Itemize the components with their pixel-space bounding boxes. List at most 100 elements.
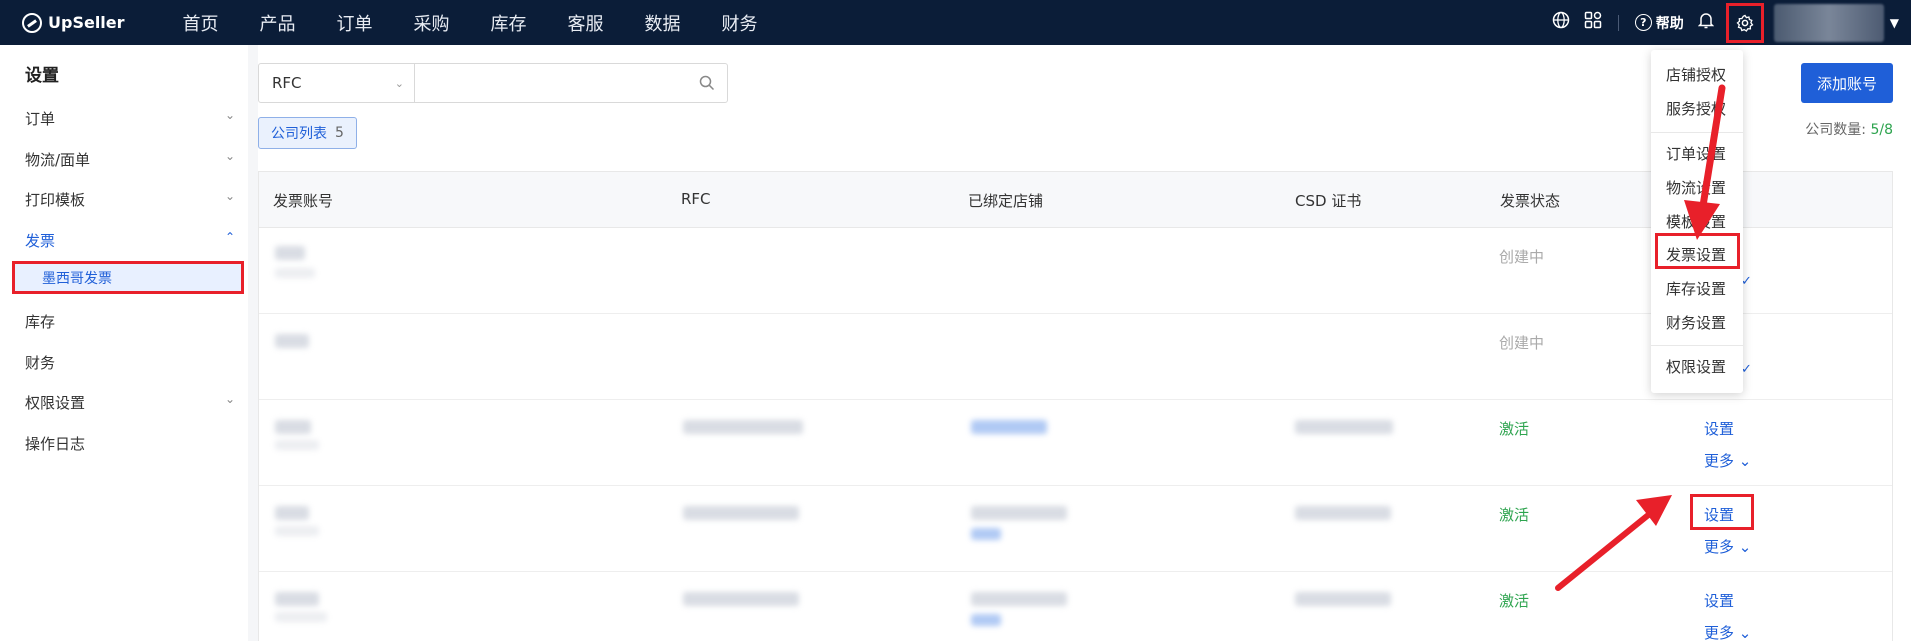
sidebar-item-permissions[interactable]: 权限设置 ⌄ — [25, 392, 235, 413]
tab-count: 5 — [335, 125, 344, 141]
menu-item-invoice-settings[interactable]: 发票设置 — [1666, 244, 1726, 265]
table-row: 创建中 ✓ — [259, 228, 1892, 314]
blurred-csd — [1295, 592, 1391, 606]
column-header-csd-certificate: CSD 证书 — [1295, 192, 1362, 210]
apps-grid-icon[interactable] — [1584, 11, 1602, 34]
nav-home[interactable]: 首页 — [183, 10, 219, 36]
search-field-select[interactable]: RFC ⌄ — [259, 64, 415, 102]
company-count-value: 5/8 — [1870, 122, 1893, 138]
menu-item-store-auth[interactable]: 店铺授权 — [1666, 64, 1726, 85]
tab-company-list[interactable]: 公司列表 5 — [258, 117, 357, 149]
chevron-down-icon: ⌄ — [224, 189, 235, 203]
company-table: 发票账号 RFC 已绑定店铺 CSD 证书 发票状态 创建中 ✓ 创建中 ✓ 激… — [258, 171, 1893, 641]
help-icon: ? — [1634, 14, 1652, 31]
help-label: 帮助 — [1655, 15, 1684, 32]
company-count-label: 公司数量: — [1805, 122, 1867, 138]
blurred-store-link — [971, 420, 1047, 434]
chevron-down-icon[interactable]: ▼ — [1890, 16, 1899, 30]
chevron-down-icon: ⌄ — [224, 108, 235, 122]
menu-divider — [1651, 345, 1743, 346]
blurred-rfc — [683, 420, 803, 434]
sidebar-item-label: 发票 — [25, 232, 56, 250]
sidebar-item-logistics[interactable]: 物流/面单 ⌄ — [25, 149, 235, 170]
settings-sidebar: 设置 订单 ⌄ 物流/面单 ⌄ 打印模板 ⌄ 发票 ⌃ 墨西哥发票 库存 财务 … — [0, 45, 248, 641]
nav-inventory[interactable]: 库存 — [491, 10, 527, 36]
blurred-account — [275, 506, 309, 520]
nav-orders[interactable]: 订单 — [337, 10, 373, 36]
table-header: 发票账号 RFC 已绑定店铺 CSD 证书 发票状态 — [259, 172, 1892, 228]
menu-item-logistics-settings[interactable]: 物流设置 — [1666, 177, 1726, 198]
upseller-logo[interactable]: UpSeller — [22, 12, 125, 33]
blurred-account-sub — [275, 526, 319, 536]
more-label: 更多 — [1704, 452, 1735, 470]
nav-data[interactable]: 数据 — [645, 10, 681, 36]
settings-link[interactable]: 设置 — [1704, 590, 1734, 611]
menu-item-order-settings[interactable]: 订单设置 — [1666, 143, 1726, 164]
more-label: 更多 — [1704, 538, 1735, 556]
add-account-button[interactable]: 添加账号 — [1801, 63, 1893, 103]
sidebar-item-invoice[interactable]: 发票 ⌃ — [25, 230, 235, 251]
chevron-down-icon: ⌄ — [1738, 624, 1752, 641]
sidebar-item-print-templates[interactable]: 打印模板 ⌄ — [25, 189, 235, 210]
table-row: 激活 设置 更多 ⌄ — [259, 486, 1892, 572]
blurred-account — [275, 334, 309, 348]
company-count: 公司数量: 5/8 — [1805, 119, 1893, 139]
blurred-store-tag — [971, 528, 1001, 540]
top-right-tools: ? 帮助 ▼ — [1538, 0, 1911, 45]
column-header-invoice-status: 发票状态 — [1500, 192, 1561, 210]
sidebar-subitem-mexico-invoice[interactable]: 墨西哥发票 — [12, 261, 244, 294]
sidebar-item-operation-log[interactable]: 操作日志 — [25, 433, 235, 454]
sidebar-item-inventory[interactable]: 库存 — [25, 311, 235, 332]
nav-products[interactable]: 产品 — [260, 10, 296, 36]
more-dropdown[interactable]: 更多 ⌄ — [1704, 450, 1751, 471]
more-dropdown[interactable]: 更多 ⌄ — [1704, 622, 1751, 641]
gear-icon — [1736, 14, 1754, 32]
table-row: 创建中 ✓ — [259, 314, 1892, 400]
blurred-account — [275, 420, 311, 434]
settings-link[interactable]: 设置 — [1704, 418, 1734, 439]
nav-finance[interactable]: 财务 — [722, 10, 758, 36]
chevron-down-icon: ⌄ — [224, 149, 235, 163]
table-row: 激活 设置 更多 ⌄ — [259, 572, 1892, 641]
main-nav: 首页 产品 订单 采购 库存 客服 数据 财务 — [183, 10, 799, 36]
upseller-logo-icon — [22, 12, 42, 33]
status-badge: 激活 — [1499, 506, 1530, 524]
blurred-csd — [1295, 506, 1391, 520]
sidebar-item-orders[interactable]: 订单 ⌄ — [25, 108, 235, 129]
sidebar-title: 设置 — [25, 66, 59, 86]
more-label: 更多 — [1704, 624, 1735, 641]
tab-label: 公司列表 — [271, 126, 327, 142]
sidebar-item-label: 订单 — [25, 110, 56, 128]
nav-purchasing[interactable]: 采购 — [414, 10, 450, 36]
sidebar-item-label: 操作日志 — [25, 435, 86, 453]
user-avatar[interactable] — [1773, 3, 1884, 42]
search-input[interactable] — [415, 64, 687, 102]
search-icon[interactable] — [687, 64, 727, 102]
sidebar-subitem-label: 墨西哥发票 — [42, 270, 112, 287]
menu-item-permission-settings[interactable]: 权限设置 — [1666, 356, 1726, 377]
globe-icon[interactable] — [1552, 11, 1570, 34]
help-link[interactable]: ? 帮助 — [1634, 13, 1684, 33]
search-field-value: RFC — [272, 74, 302, 92]
menu-item-finance-settings[interactable]: 财务设置 — [1666, 312, 1726, 333]
settings-gear-button[interactable] — [1725, 2, 1764, 43]
blurred-csd — [1295, 420, 1393, 434]
menu-item-service-auth[interactable]: 服务授权 — [1666, 98, 1726, 119]
sidebar-item-finance[interactable]: 财务 — [25, 352, 235, 373]
menu-divider — [1651, 132, 1743, 133]
menu-item-inventory-settings[interactable]: 库存设置 — [1666, 278, 1726, 299]
settings-dropdown-menu: 店铺授权 服务授权 订单设置 物流设置 模板设置 发票设置 库存设置 财务设置 … — [1651, 50, 1743, 393]
sidebar-item-label: 财务 — [25, 354, 56, 372]
menu-item-template-settings[interactable]: 模板设置 — [1666, 211, 1726, 232]
blurred-store — [971, 506, 1067, 520]
bell-icon[interactable] — [1697, 11, 1715, 34]
blurred-rfc — [683, 592, 799, 606]
more-dropdown[interactable]: 更多 ⌄ — [1704, 536, 1751, 557]
blurred-account — [275, 592, 319, 606]
settings-link[interactable]: 设置 — [1704, 504, 1734, 525]
status-badge: 激活 — [1499, 592, 1530, 610]
blurred-account-sub — [275, 268, 315, 278]
column-header-rfc: RFC — [681, 190, 711, 208]
chevron-down-icon: ⌄ — [1738, 452, 1752, 470]
nav-customer-service[interactable]: 客服 — [568, 10, 604, 36]
